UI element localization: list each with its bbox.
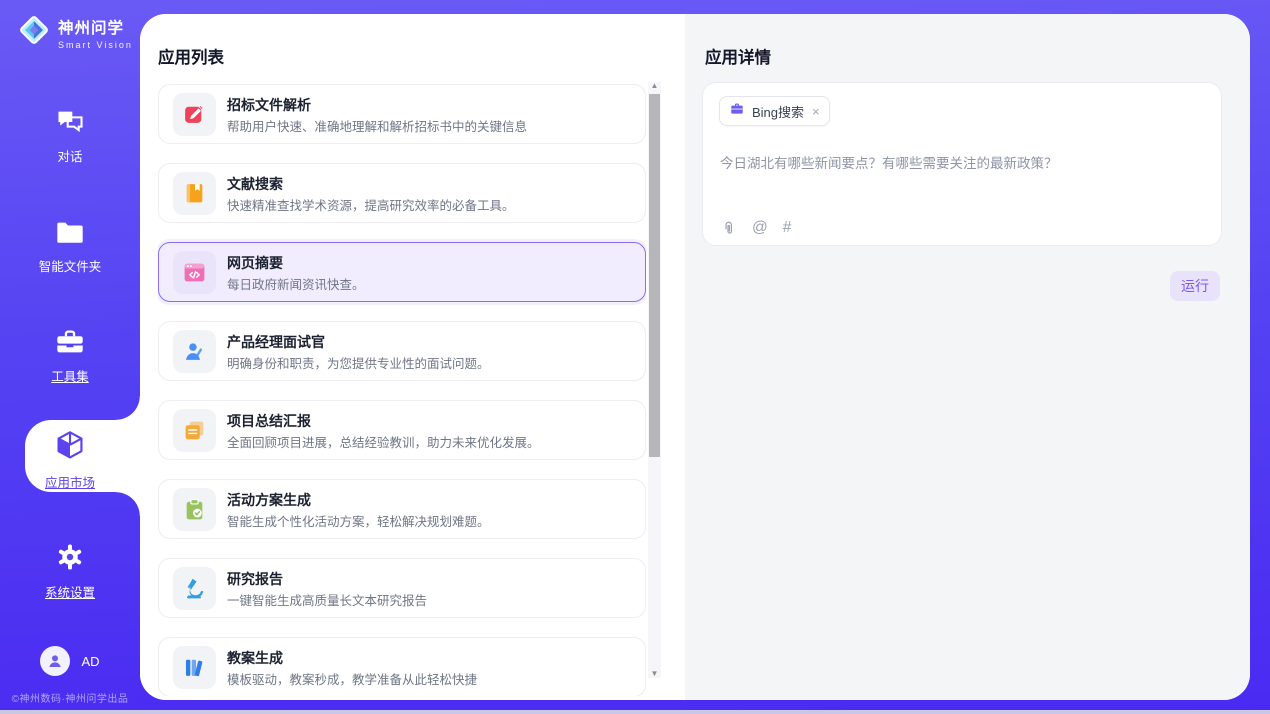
app-icon bbox=[173, 567, 216, 610]
app-detail-panel: 应用详情 Bing搜索 × 今日湖北有哪些新闻要点？有哪些需要关注的最新政策？ bbox=[685, 14, 1250, 700]
app-card-title: 研究报告 bbox=[227, 569, 283, 589]
app-card-desc: 一键智能生成高质量长文本研究报告 bbox=[227, 590, 427, 609]
sidebar-item-settings[interactable]: 系统设置 bbox=[0, 542, 140, 601]
app-list-panel: 应用列表 招标文件解析 帮助用户快速、准确地理解和解析招标书中的关键信息 文献搜… bbox=[140, 14, 685, 700]
app-icon bbox=[173, 330, 216, 373]
app-card-desc: 全面回顾项目进展，总结经验教训，助力未来优化发展。 bbox=[227, 432, 540, 451]
app-detail-title: 应用详情 bbox=[705, 44, 771, 68]
app-card-7[interactable]: 研究报告 一键智能生成高质量长文本研究报告 bbox=[158, 558, 646, 618]
app-card-desc: 模板驱动，教案秒成，教学准备从此轻松快捷 bbox=[227, 669, 477, 688]
tag-close-icon[interactable]: × bbox=[812, 104, 820, 119]
app-list-title: 应用列表 bbox=[158, 44, 224, 68]
main-panel: 应用列表 招标文件解析 帮助用户快速、准确地理解和解析招标书中的关键信息 文献搜… bbox=[140, 14, 1250, 700]
gear-icon bbox=[55, 542, 85, 577]
app-icon bbox=[173, 251, 216, 294]
sidebar-item-label: 工具集 bbox=[51, 366, 89, 385]
app-card-title: 项目总结汇报 bbox=[227, 411, 311, 431]
briefcase-icon bbox=[729, 101, 745, 122]
app-card-1[interactable]: 招标文件解析 帮助用户快速、准确地理解和解析招标书中的关键信息 bbox=[158, 84, 646, 144]
sidebar-item-label: 系统设置 bbox=[45, 582, 95, 601]
app-card-6[interactable]: 活动方案生成 智能生成个性化活动方案，轻松解决规划难题。 bbox=[158, 479, 646, 539]
app-card-desc: 明确身份和职责，为您提供专业性的面试问题。 bbox=[227, 353, 490, 372]
scroll-up-arrow[interactable]: ▲ bbox=[648, 80, 661, 92]
scrollbar[interactable]: ▲ ▼ bbox=[648, 82, 661, 678]
hashtag-icon[interactable]: # bbox=[783, 219, 792, 237]
scroll-down-arrow[interactable]: ▼ bbox=[648, 668, 661, 680]
tool-tag-label: Bing搜索 bbox=[752, 102, 804, 121]
sidebar-item-chat[interactable]: 对话 bbox=[0, 108, 140, 165]
app-card-title: 教案生成 bbox=[227, 648, 283, 668]
app-card-desc: 每日政府新闻资讯快查。 bbox=[227, 274, 365, 293]
input-toolbar: @ # bbox=[720, 219, 791, 237]
app-card-3[interactable]: 网页摘要 每日政府新闻资讯快查。 bbox=[158, 242, 646, 302]
query-input[interactable]: 今日湖北有哪些新闻要点？有哪些需要关注的最新政策？ bbox=[720, 152, 1058, 172]
paperclip-icon[interactable] bbox=[720, 220, 737, 237]
app-card-title: 产品经理面试官 bbox=[227, 332, 325, 352]
app-list: 招标文件解析 帮助用户快速、准确地理解和解析招标书中的关键信息 文献搜索 快速精… bbox=[158, 84, 646, 696]
app-card-title: 文献搜索 bbox=[227, 174, 283, 194]
tool-tag-bing-search[interactable]: Bing搜索 × bbox=[719, 96, 830, 126]
scrollbar-thumb[interactable] bbox=[649, 94, 660, 457]
app-card-title: 招标文件解析 bbox=[227, 95, 311, 115]
app-icon bbox=[173, 172, 216, 215]
sidebar-item-smart-folder[interactable]: 智能文件夹 bbox=[0, 220, 140, 275]
app-card-2[interactable]: 文献搜索 快速精准查找学术资源，提高研究效率的必备工具。 bbox=[158, 163, 646, 223]
sidebar: 神州问学 Smart Vision 对话 智能文件夹 bbox=[0, 0, 140, 714]
window-bottom-edge bbox=[0, 710, 1270, 714]
sidebar-item-label: 应用市场 bbox=[45, 472, 95, 491]
user-account[interactable]: AD bbox=[0, 646, 140, 676]
logo-title: 神州问学 bbox=[58, 16, 133, 38]
cube-icon bbox=[55, 430, 85, 467]
logo-diamond-icon bbox=[16, 12, 52, 53]
user-initials: AD bbox=[81, 654, 99, 669]
app-icon bbox=[173, 93, 216, 136]
app-icon bbox=[173, 409, 216, 452]
mention-icon[interactable]: @ bbox=[752, 219, 768, 237]
app-card-4[interactable]: 产品经理面试官 明确身份和职责，为您提供专业性的面试问题。 bbox=[158, 321, 646, 381]
app-card-desc: 智能生成个性化活动方案，轻松解决规划难题。 bbox=[227, 511, 490, 530]
app-card-title: 活动方案生成 bbox=[227, 490, 311, 510]
app-card-desc: 快速精准查找学术资源，提高研究效率的必备工具。 bbox=[227, 195, 515, 214]
sidebar-item-app-market[interactable]: 应用市场 bbox=[0, 430, 140, 491]
app-input-card: Bing搜索 × 今日湖北有哪些新闻要点？有哪些需要关注的最新政策？ @ # bbox=[702, 82, 1222, 246]
app-logo: 神州问学 Smart Vision bbox=[16, 12, 133, 53]
avatar bbox=[40, 646, 70, 676]
sidebar-item-label: 智能文件夹 bbox=[39, 256, 102, 275]
sidebar-item-toolset[interactable]: 工具集 bbox=[0, 328, 140, 385]
app-icon bbox=[173, 646, 216, 689]
folder-icon bbox=[55, 220, 85, 251]
app-icon bbox=[173, 488, 216, 531]
app-card-8[interactable]: 教案生成 模板驱动，教案秒成，教学准备从此轻松快捷 bbox=[158, 637, 646, 696]
sidebar-item-label: 对话 bbox=[57, 146, 82, 165]
copyright-footer: ©神州数码·神州问学出品 bbox=[0, 690, 140, 705]
app-card-desc: 帮助用户快速、准确地理解和解析招标书中的关键信息 bbox=[227, 116, 527, 135]
app-card-5[interactable]: 项目总结汇报 全面回顾项目进展，总结经验教训，助力未来优化发展。 bbox=[158, 400, 646, 460]
toolbox-icon bbox=[55, 328, 85, 361]
app-card-title: 网页摘要 bbox=[227, 253, 283, 273]
chat-bubbles-icon bbox=[55, 108, 85, 141]
logo-subtitle: Smart Vision bbox=[58, 40, 133, 50]
run-button[interactable]: 运行 bbox=[1170, 271, 1220, 301]
